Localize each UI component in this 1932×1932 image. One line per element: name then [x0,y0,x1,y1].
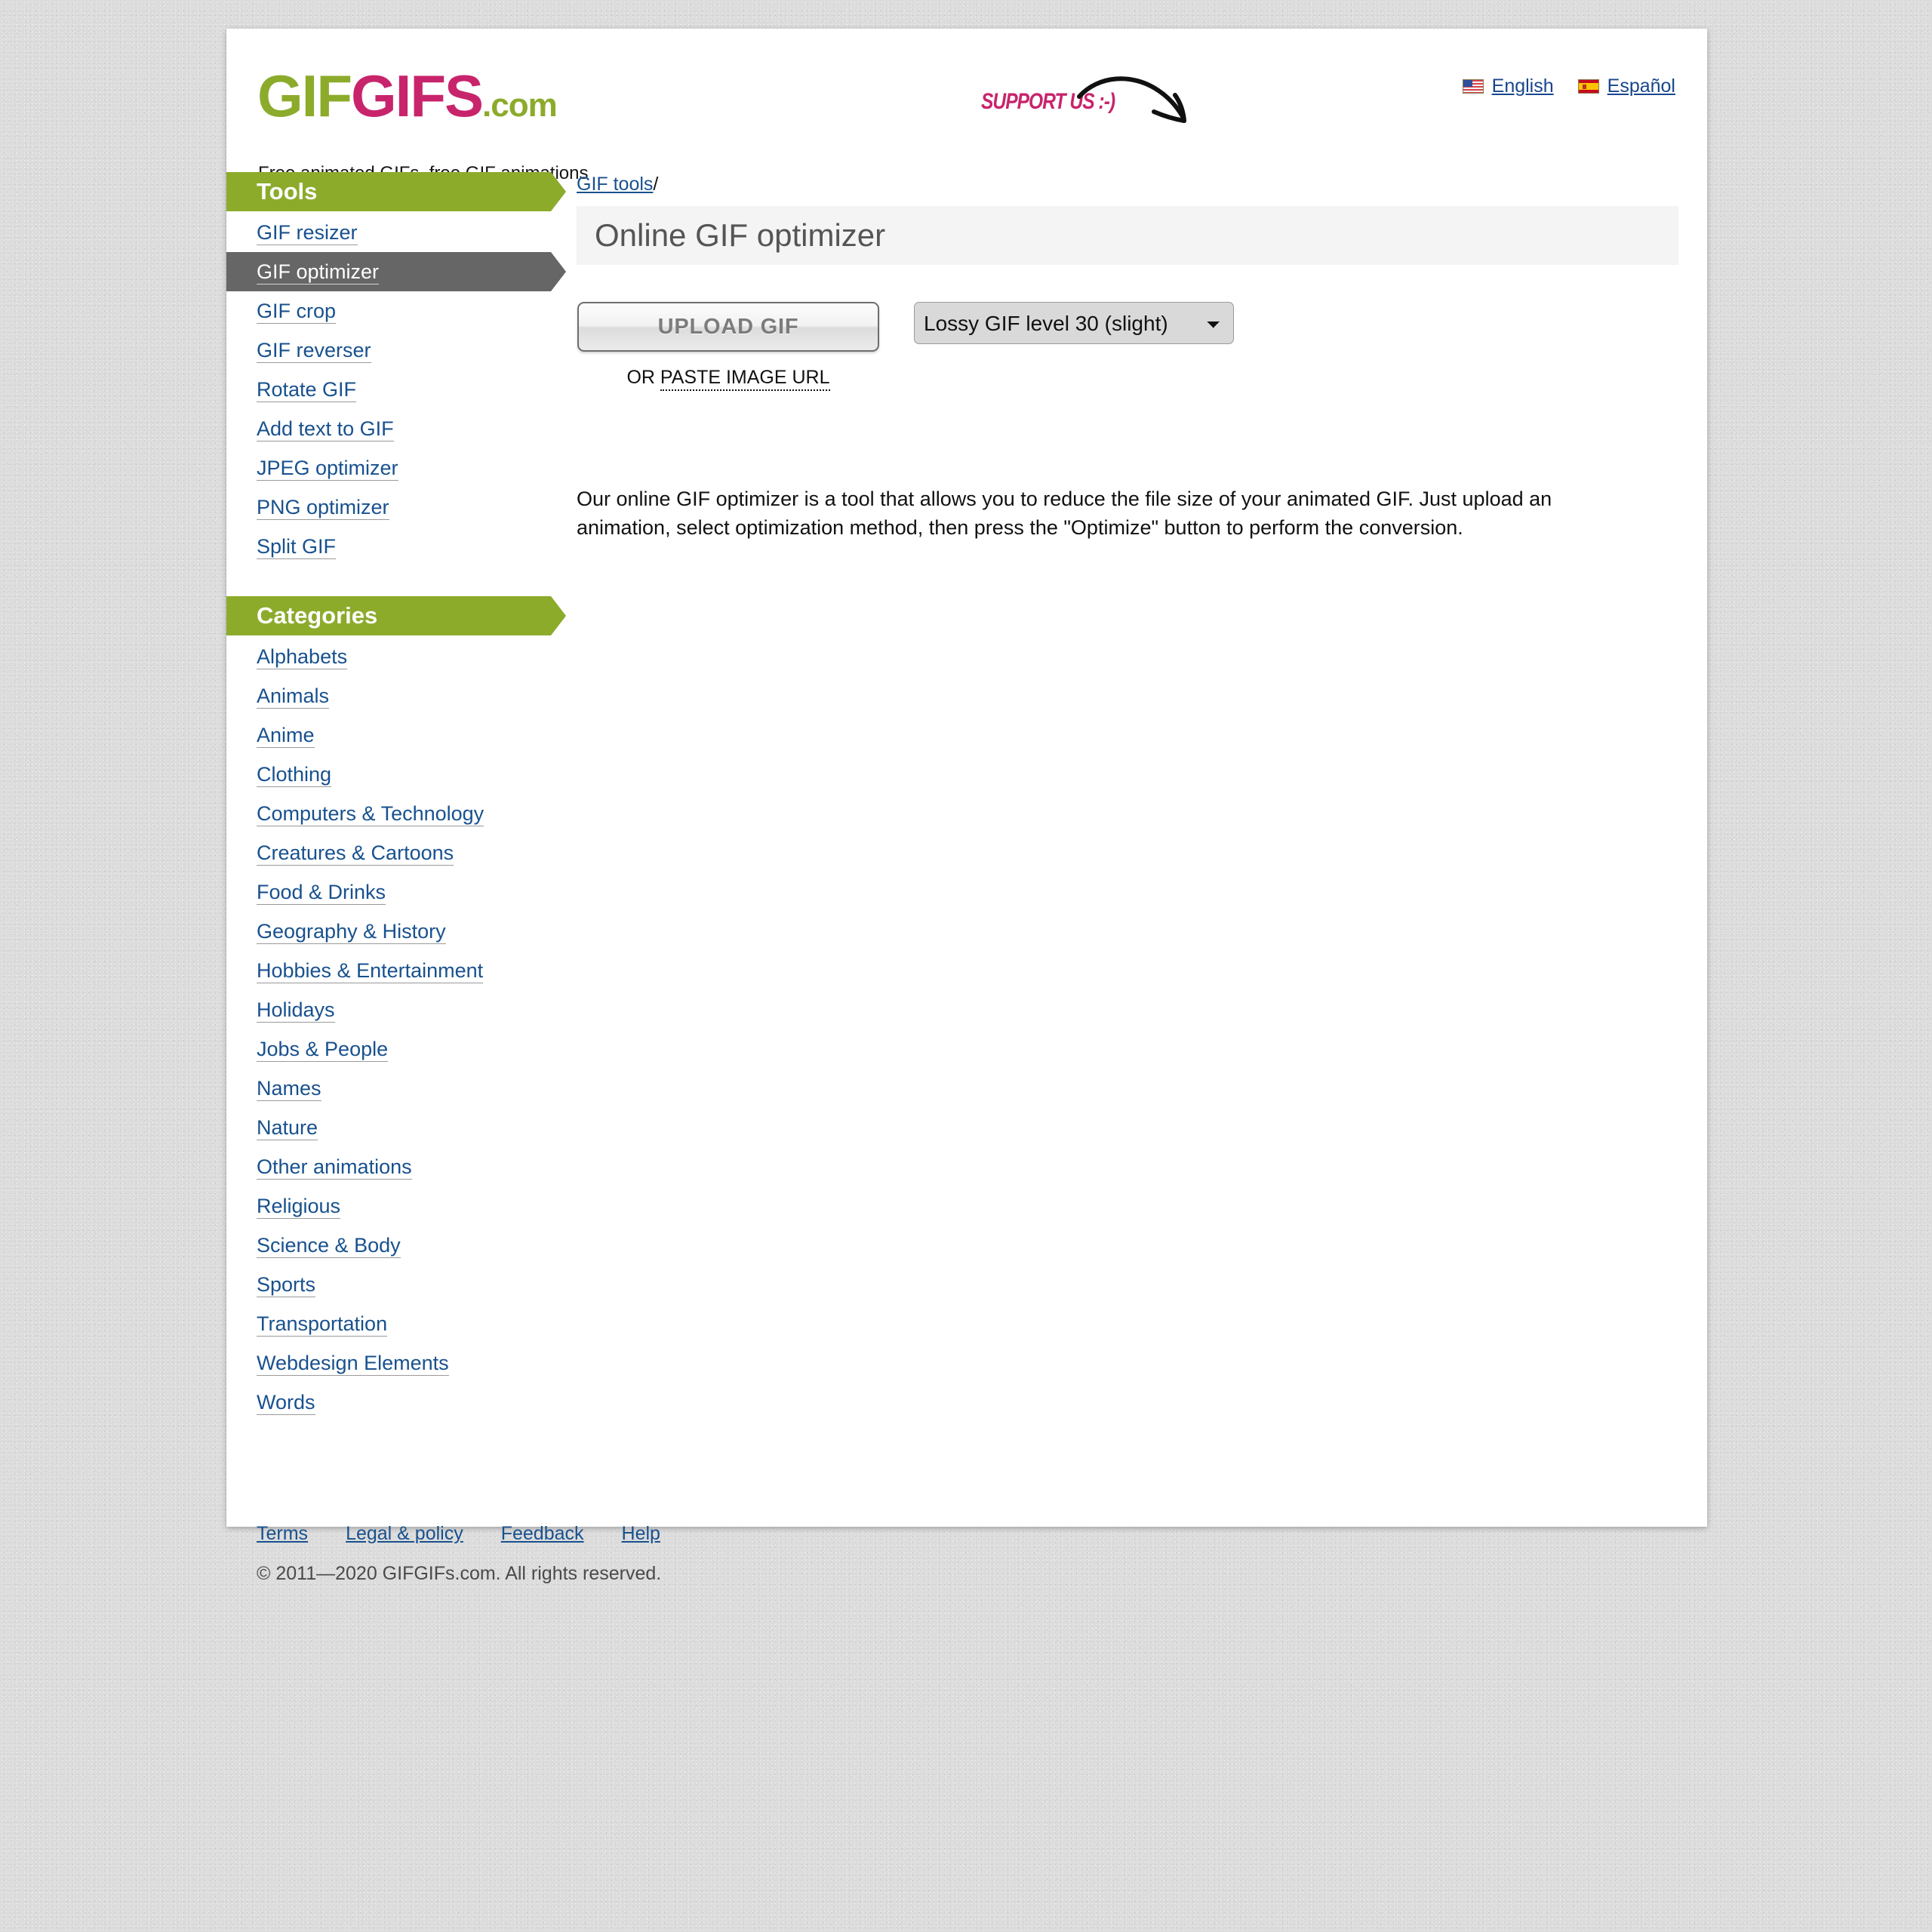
sidebar-item-clothing[interactable]: Clothing [226,755,551,794]
page-title: Online GIF optimizer [577,206,1678,265]
sidebar-item-other-animations[interactable]: Other animations [226,1147,551,1186]
language-link-espanol[interactable]: Español [1577,75,1675,97]
footer-link-legal-policy[interactable]: Legal & policy [346,1523,463,1545]
sidebar-item-png-optimizer[interactable]: PNG optimizer [226,488,551,527]
footer-links: Terms Legal & policy Feedback Help [257,1523,1690,1545]
sidebar-item-science-body[interactable]: Science & Body [226,1226,551,1265]
breadcrumb-separator: / [653,174,659,195]
site-footer: Terms Legal & policy Feedback Help © 201… [257,1523,1690,1585]
sidebar-link-add-text-to-gif[interactable]: Add text to GIF [257,417,394,441]
body-columns: Tools GIF resizer GIF optimizer GIF crop… [226,172,1707,1527]
sidebar-link-religious[interactable]: Religious [257,1195,341,1219]
sidebar-link-rotate-gif[interactable]: Rotate GIF [257,378,357,402]
sidebar-link-sports[interactable]: Sports [257,1273,316,1297]
copyright-text: © 2011—2020 GIFGIFs.com. All rights rese… [257,1563,662,1584]
logo-part-gif: GIF [257,63,352,129]
site-logo[interactable]: GIFGIFS.com [257,66,558,125]
sidebar-item-words[interactable]: Words [226,1383,551,1422]
sidebar-item-gif-optimizer[interactable]: GIF optimizer [226,252,566,291]
sidebar-item-animals[interactable]: Animals [226,676,551,715]
optimization-method-select[interactable]: Lossy GIF level 30 (slight) [914,302,1234,344]
sidebar-link-anime[interactable]: Anime [257,724,315,748]
breadcrumb-link-gif-tools[interactable]: GIF tools [577,174,653,195]
sidebar-item-transportation[interactable]: Transportation [226,1304,551,1343]
sidebar-item-names[interactable]: Names [226,1069,551,1108]
sidebar-item-gif-reverser[interactable]: GIF reverser [226,331,551,370]
language-label-english: English [1491,75,1554,97]
tool-controls-row: UPLOAD GIF OR PASTE IMAGE URL Lossy GIF … [577,302,1678,391]
sidebar-link-gif-resizer[interactable]: GIF resizer [257,221,358,245]
paste-url-row: OR PASTE IMAGE URL [577,367,879,391]
sidebar: Tools GIF resizer GIF optimizer GIF crop… [226,172,566,1422]
upload-column: UPLOAD GIF OR PASTE IMAGE URL [577,302,879,391]
sidebar-link-hobbies-entertainment[interactable]: Hobbies & Entertainment [257,959,484,983]
page-container: GIFGIFS.com Free animated GIFs, free GIF… [226,29,1707,1527]
sidebar-link-food-drinks[interactable]: Food & Drinks [257,881,386,905]
or-label: OR [626,367,660,388]
footer-link-terms[interactable]: Terms [257,1523,308,1545]
curved-arrow-icon [1077,76,1186,123]
sidebar-link-computers-technology[interactable]: Computers & Technology [257,802,485,826]
sidebar-item-gif-resizer[interactable]: GIF resizer [226,213,551,252]
sidebar-link-creatures-cartoons[interactable]: Creatures & Cartoons [257,841,454,866]
sidebar-item-computers-technology[interactable]: Computers & Technology [226,794,551,833]
breadcrumb: GIF tools/ [577,172,1678,206]
sidebar-item-hobbies-entertainment[interactable]: Hobbies & Entertainment [226,951,551,990]
tool-description: Our online GIF optimizer is a tool that … [577,488,1552,540]
sidebar-link-clothing[interactable]: Clothing [257,763,332,787]
sidebar-item-anime[interactable]: Anime [226,715,551,755]
sidebar-item-nature[interactable]: Nature [226,1108,551,1147]
sidebar-item-gif-crop[interactable]: GIF crop [226,291,551,331]
sidebar-link-transportation[interactable]: Transportation [257,1312,388,1337]
sidebar-item-alphabets[interactable]: Alphabets [226,637,551,676]
sidebar-item-creatures-cartoons[interactable]: Creatures & Cartoons [226,833,551,872]
sidebar-link-gif-optimizer[interactable]: GIF optimizer [257,260,380,285]
sidebar-item-split-gif[interactable]: Split GIF [226,527,551,566]
sidebar-link-jobs-people[interactable]: Jobs & People [257,1038,389,1062]
paste-image-url-link[interactable]: PASTE IMAGE URL [660,367,830,391]
sidebar-link-webdesign-elements[interactable]: Webdesign Elements [257,1352,449,1376]
site-header: GIFGIFS.com Free animated GIFs, free GIF… [226,29,1707,183]
logo-part-dotcom: .com [482,87,558,124]
upload-gif-button[interactable]: UPLOAD GIF [577,302,879,352]
sidebar-link-gif-reverser[interactable]: GIF reverser [257,339,371,363]
sidebar-link-words[interactable]: Words [257,1391,315,1415]
main-content: GIF tools/ Online GIF optimizer UPLOAD G… [577,172,1678,543]
sidebar-item-webdesign-elements[interactable]: Webdesign Elements [226,1343,551,1383]
sidebar-link-nature[interactable]: Nature [257,1116,318,1140]
language-label-espanol: Español [1607,75,1675,97]
sidebar-link-holidays[interactable]: Holidays [257,998,335,1023]
sidebar-item-rotate-gif[interactable]: Rotate GIF [226,370,551,409]
sidebar-item-geography-history[interactable]: Geography & History [226,912,551,951]
sidebar-item-religious[interactable]: Religious [226,1186,551,1226]
sidebar-link-png-optimizer[interactable]: PNG optimizer [257,496,389,520]
footer-link-help[interactable]: Help [622,1523,660,1545]
sidebar-link-split-gif[interactable]: Split GIF [257,535,337,559]
us-flag-icon [1462,79,1484,94]
sidebar-item-jpeg-optimizer[interactable]: JPEG optimizer [226,448,551,488]
language-link-english[interactable]: English [1462,75,1554,97]
sidebar-link-names[interactable]: Names [257,1077,321,1101]
sidebar-link-jpeg-optimizer[interactable]: JPEG optimizer [257,457,398,481]
sidebar-categories-section: Categories Alphabets Animals Anime Cloth… [226,596,566,1422]
sidebar-tools-section: Tools GIF resizer GIF optimizer GIF crop… [226,172,566,566]
sidebar-item-sports[interactable]: Sports [226,1265,551,1304]
sidebar-item-food-drinks[interactable]: Food & Drinks [226,872,551,912]
es-flag-icon [1577,79,1599,94]
sidebar-categories-heading: Categories [226,596,566,635]
sidebar-link-alphabets[interactable]: Alphabets [257,645,348,669]
sidebar-tools-heading: Tools [226,172,566,211]
footer-link-feedback[interactable]: Feedback [501,1523,584,1545]
sidebar-link-geography-history[interactable]: Geography & History [257,920,446,944]
language-switcher: English Español [1462,75,1675,97]
sidebar-item-holidays[interactable]: Holidays [226,990,551,1029]
logo-part-gifs: GIFS [351,63,484,129]
sidebar-link-science-body[interactable]: Science & Body [257,1234,401,1258]
sidebar-item-add-text-to-gif[interactable]: Add text to GIF [226,409,551,448]
sidebar-link-other-animations[interactable]: Other animations [257,1155,412,1180]
sidebar-link-gif-crop[interactable]: GIF crop [257,300,337,324]
sidebar-item-jobs-people[interactable]: Jobs & People [226,1029,551,1069]
support-banner[interactable]: SUPPORT US :-) [981,68,1230,136]
sidebar-link-animals[interactable]: Animals [257,685,330,709]
